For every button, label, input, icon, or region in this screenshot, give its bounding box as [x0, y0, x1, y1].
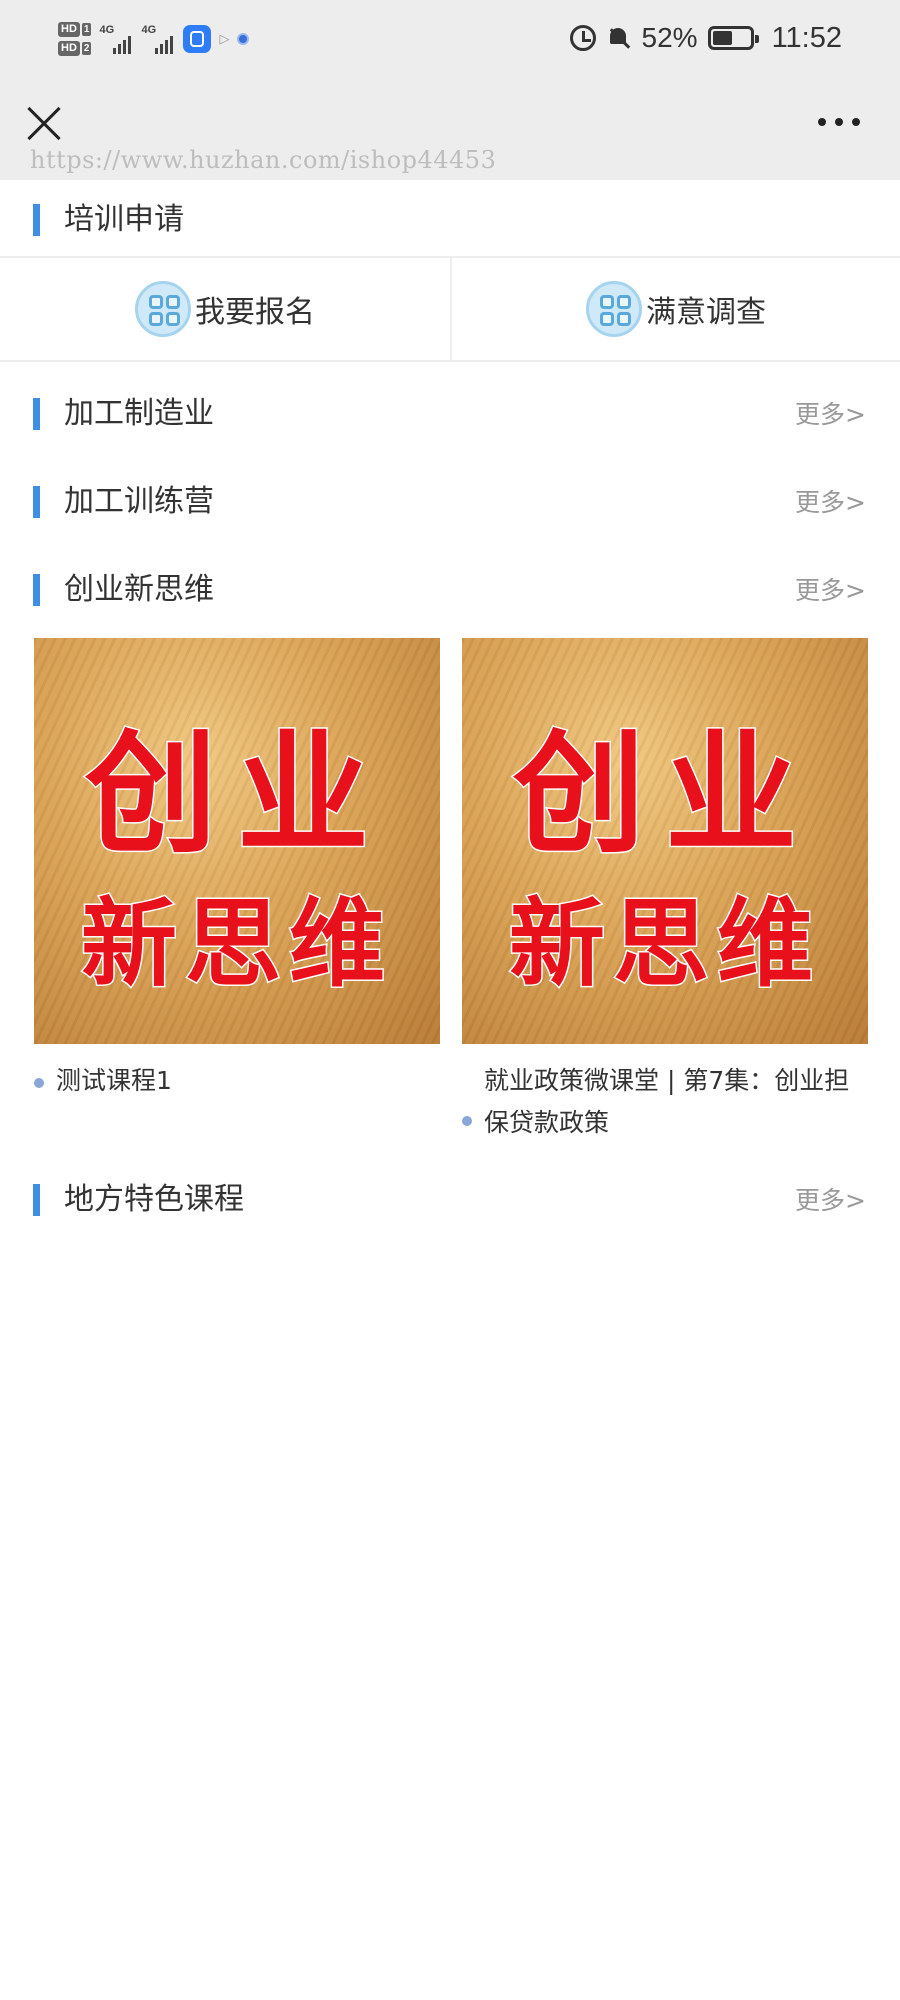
- section-accent-bar: [33, 398, 40, 430]
- course-card[interactable]: 创业 新思维 就业政策微课堂 | 第7集：创业担保贷款政策: [462, 638, 868, 1144]
- survey-label: 满意调查: [646, 295, 766, 330]
- section-accent-bar: [33, 486, 40, 518]
- course-title[interactable]: 就业政策微课堂 | 第7集：创业担保贷款政策: [484, 1066, 849, 1137]
- course-thumbnail[interactable]: 创业 新思维: [34, 638, 440, 1044]
- sim2-number: 2: [81, 42, 92, 55]
- section-manufacturing-header: 加工制造业 更多>: [0, 384, 900, 444]
- battery-icon: [707, 26, 759, 50]
- battery-fill: [712, 31, 732, 45]
- sim1-number: 1: [81, 23, 92, 36]
- sim2-hd-badge: HD: [58, 41, 80, 56]
- section-camp-header: 加工训练营 更多>: [0, 472, 900, 532]
- course-caption: 就业政策微课堂 | 第7集：创业担保贷款政策: [462, 1060, 868, 1144]
- more-link[interactable]: 更多>: [795, 574, 866, 608]
- battery-percent: 52%: [641, 22, 698, 53]
- more-link[interactable]: 更多>: [795, 486, 866, 520]
- section-local-header: 地方特色课程 更多>: [0, 1170, 900, 1230]
- section-apply-header: 培训申请: [0, 190, 900, 250]
- sim1-hd-badge: HD: [58, 22, 80, 37]
- more-dots-icon[interactable]: [818, 118, 860, 126]
- signup-label: 我要报名: [195, 295, 315, 330]
- sim1-indicator: HD 1: [58, 22, 92, 37]
- survey-button[interactable]: 满意调查: [450, 258, 900, 360]
- section-accent-bar: [33, 574, 40, 606]
- top-bar: HD 1 HD 2 4G 4G ▷ 52% 11:52 https://www.…: [0, 0, 900, 180]
- thumbnail-line1: 创业: [84, 716, 389, 874]
- signal-1-icon: 4G: [99, 22, 133, 56]
- course-title[interactable]: 测试课程1: [56, 1066, 172, 1095]
- thumbnail-line1: 创业: [512, 716, 817, 874]
- section-title: 加工制造业: [64, 396, 214, 431]
- status-right: 52% 11:52: [569, 18, 842, 58]
- close-icon[interactable]: [26, 106, 62, 142]
- more-link[interactable]: 更多>: [795, 1184, 866, 1218]
- status-left: HD 1 HD 2 4G 4G ▷: [58, 14, 250, 64]
- thumbnail-line2: 新思维: [80, 886, 393, 1002]
- status-bar: HD 1 HD 2 4G 4G ▷ 52% 11:52: [0, 0, 900, 80]
- apply-actions: 我要报名 满意调查: [0, 256, 900, 362]
- alarm-icon: [569, 25, 596, 51]
- network-1-label: 4G: [99, 24, 115, 36]
- bullet-dot: [34, 1078, 44, 1088]
- section-title: 加工训练营: [64, 484, 214, 519]
- sim-indicators: HD 1 HD 2: [58, 22, 92, 56]
- section-title: 培训申请: [64, 202, 184, 237]
- app-notification-icon: [183, 25, 212, 53]
- network-2-label: 4G: [141, 24, 157, 36]
- course-caption: 测试课程1: [34, 1060, 440, 1102]
- section-title: 地方特色课程: [64, 1182, 244, 1217]
- signal-2-icon: 4G: [141, 22, 175, 56]
- bullet-dot: [462, 1116, 472, 1126]
- thumbnail-line2: 新思维: [508, 886, 821, 1002]
- grid-icon: [586, 281, 642, 337]
- bell-muted-icon: [606, 25, 632, 51]
- section-accent-bar: [33, 1184, 40, 1216]
- sim2-indicator: HD 2: [58, 41, 92, 56]
- watermark-text: https://www.huzhan.com/ishop44453: [30, 146, 497, 174]
- more-link[interactable]: 更多>: [795, 398, 866, 432]
- section-accent-bar: [33, 204, 40, 236]
- course-card[interactable]: 创业 新思维 测试课程1: [34, 638, 440, 1102]
- shield-icon: [237, 33, 250, 45]
- signup-button[interactable]: 我要报名: [0, 258, 450, 360]
- clock: 11:52: [771, 21, 842, 54]
- grid-icon: [135, 281, 191, 337]
- section-title: 创业新思维: [64, 572, 214, 607]
- play-icon: ▷: [219, 31, 230, 47]
- course-thumbnail[interactable]: 创业 新思维: [462, 638, 868, 1044]
- section-startup-header: 创业新思维 更多>: [0, 560, 900, 620]
